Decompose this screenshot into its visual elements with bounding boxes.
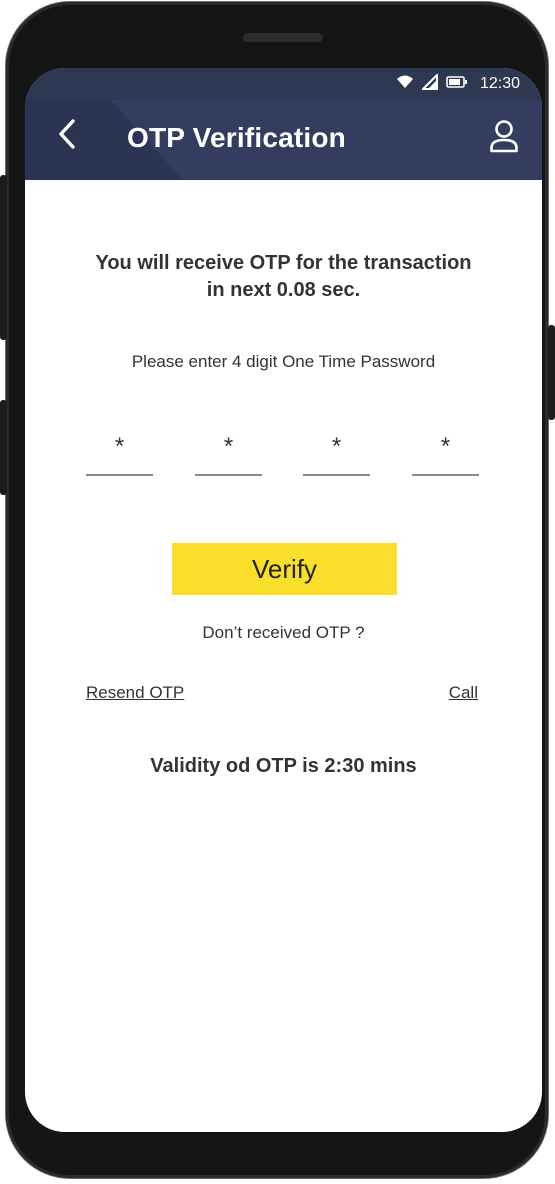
wifi-icon <box>396 75 414 94</box>
back-button[interactable] <box>49 118 85 154</box>
volume-button <box>0 175 7 340</box>
status-time: 12:30 <box>479 75 520 92</box>
status-icons: 12:30 <box>396 72 520 95</box>
phone-screen: 12:30 OTP Verification You will receive … <box>25 68 542 1132</box>
otp-message-line2: in next 0.08 sec. <box>206 279 361 301</box>
resend-otp-link[interactable]: Resend OTP <box>86 683 184 703</box>
power-button <box>548 325 555 420</box>
phone-speaker <box>243 33 323 42</box>
otp-digit-2[interactable]: * <box>195 428 262 476</box>
app-header: OTP Verification <box>25 100 542 180</box>
otp-digit-3[interactable]: * <box>303 428 370 476</box>
otp-digit-1[interactable]: * <box>86 428 153 476</box>
otp-message-line1: You will receive OTP for the transaction <box>95 252 472 274</box>
status-bar: 12:30 <box>25 68 542 100</box>
otp-instruction: Please enter 4 digit One Time Password <box>131 352 436 371</box>
profile-button[interactable] <box>486 118 522 158</box>
not-received-text: Don’t received OTP ? <box>202 623 365 642</box>
phone-frame: 12:30 OTP Verification You will receive … <box>6 2 548 1178</box>
side-key-button <box>0 400 7 495</box>
otp-validity-text: Validity od OTP is 2:30 mins <box>150 755 417 777</box>
otp-message: You will receive OTP for the transaction… <box>25 250 542 304</box>
otp-digit-4[interactable]: * <box>412 428 479 476</box>
call-link[interactable]: Call <box>449 683 478 703</box>
battery-icon <box>446 75 468 93</box>
signal-icon <box>420 72 438 95</box>
user-icon <box>489 119 519 158</box>
page-title: OTP Verification <box>127 122 346 153</box>
verify-button[interactable]: Verify <box>172 543 397 595</box>
chevron-left-icon <box>57 118 77 155</box>
